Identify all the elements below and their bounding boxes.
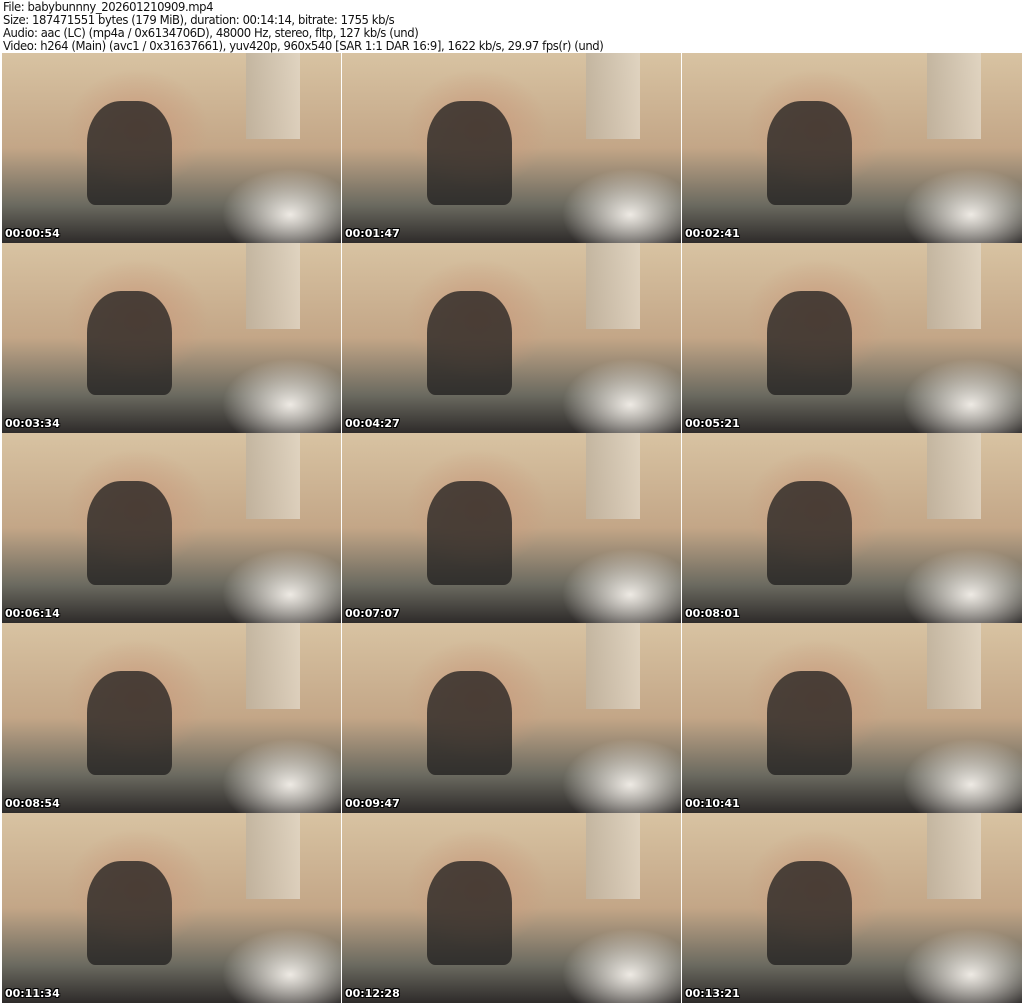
video-thumbnail: 00:10:41 — [682, 623, 1022, 813]
thumbnail-timestamp: 00:07:07 — [345, 607, 400, 620]
thumbnail-timestamp: 00:00:54 — [5, 227, 60, 240]
video-thumbnail: 00:06:14 — [2, 433, 341, 623]
thumbnail-timestamp: 00:13:21 — [685, 987, 740, 1000]
thumbnail-timestamp: 00:01:47 — [345, 227, 400, 240]
thumbnail-timestamp: 00:11:34 — [5, 987, 60, 1000]
video-thumbnail: 00:11:34 — [2, 813, 341, 1003]
thumbnail-timestamp: 00:09:47 — [345, 797, 400, 810]
thumbnail-timestamp: 00:03:34 — [5, 417, 60, 430]
video-thumbnail: 00:08:01 — [682, 433, 1022, 623]
thumbnail-timestamp: 00:08:01 — [685, 607, 740, 620]
video-thumbnail: 00:09:47 — [342, 623, 681, 813]
thumbnail-timestamp: 00:02:41 — [685, 227, 740, 240]
thumbnail-timestamp: 00:12:28 — [345, 987, 400, 1000]
video-thumbnail: 00:07:07 — [342, 433, 681, 623]
video-thumbnail: 00:05:21 — [682, 243, 1022, 433]
video-thumbnail: 00:13:21 — [682, 813, 1022, 1003]
video-thumbnail: 00:04:27 — [342, 243, 681, 433]
thumbnail-timestamp: 00:04:27 — [345, 417, 400, 430]
video-thumbnail: 00:12:28 — [342, 813, 681, 1003]
video-thumbnail: 00:02:41 — [682, 53, 1022, 243]
thumbnail-timestamp: 00:08:54 — [5, 797, 60, 810]
file-info-header: File: babybunnny_202601210909.mp4 Size: … — [3, 0, 604, 53]
thumbnail-timestamp: 00:10:41 — [685, 797, 740, 810]
thumbnail-timestamp: 00:06:14 — [5, 607, 60, 620]
video-thumbnail: 00:01:47 — [342, 53, 681, 243]
video-thumbnail: 00:00:54 — [2, 53, 341, 243]
thumbnail-grid: 00:00:54 00:01:47 00:02:41 00:03:34 00:04:27… — [2, 53, 1022, 1003]
video-info: Video: h264 (Main) (avc1 / 0x31637661), … — [3, 38, 604, 53]
video-thumbnail: 00:08:54 — [2, 623, 341, 813]
thumbnail-timestamp: 00:05:21 — [685, 417, 740, 430]
video-thumbnail: 00:03:34 — [2, 243, 341, 433]
